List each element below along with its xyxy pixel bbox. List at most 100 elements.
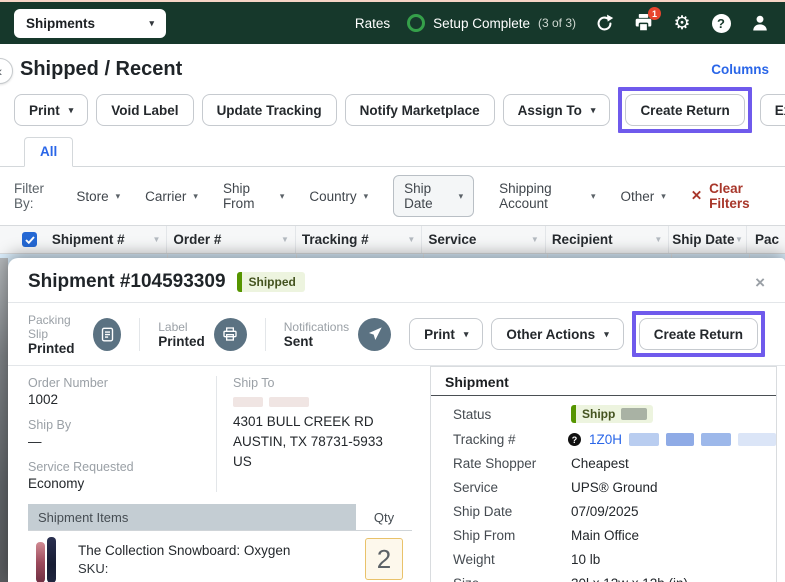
refresh-button[interactable] — [593, 12, 615, 34]
chevron-down-icon: ▾ — [591, 106, 596, 115]
nav-dropdown-label: Shipments — [26, 16, 95, 31]
print-queue-button[interactable]: 1 — [632, 12, 654, 34]
detail-row-tracking: Tracking # ? 1Z0H — [453, 432, 776, 447]
table-header-row: Shipment # ▼ Order # ▼ Tracking # ▼ Serv… — [0, 225, 785, 254]
shipment-details-section: Shipment Status Shipp Tracking # ? — [430, 366, 777, 582]
clear-filters-button[interactable]: ✕ Clear Filters — [691, 181, 771, 211]
filter-ship-from[interactable]: Ship From ▾ — [223, 181, 284, 211]
notifications-icon-circle[interactable] — [358, 318, 391, 351]
filter-shipping-account[interactable]: Shipping Account ▾ — [499, 181, 595, 211]
assign-to-button[interactable]: Assign To ▾ — [503, 94, 611, 126]
filter-carrier-label: Carrier — [145, 189, 186, 204]
item-row: The Collection Snowboard: Oxygen SKU: 2 — [28, 531, 412, 582]
status-badge-label: Shipp — [576, 407, 619, 421]
chevron-down-icon: ▾ — [364, 192, 369, 201]
status-badge: Shipp — [571, 405, 653, 423]
document-status-row: Packing Slip Printed Label Printed — [8, 303, 785, 365]
person-icon — [751, 14, 769, 32]
column-header-package[interactable]: Pac — [747, 226, 785, 253]
select-all-cell — [0, 226, 46, 253]
tracking-help-icon[interactable]: ? — [568, 433, 581, 446]
app-window: Shipments ▾ Rates Setup Complete (3 of 3… — [0, 0, 785, 582]
filter-ship-from-label: Ship From — [223, 181, 273, 211]
columns-link[interactable]: Columns — [711, 58, 769, 77]
filter-carrier[interactable]: Carrier ▾ — [145, 189, 198, 204]
service-requested-value: Economy — [28, 476, 216, 491]
filter-ship-date[interactable]: Ship Date ▾ — [393, 175, 474, 217]
item-info: The Collection Snowboard: Oxygen SKU: — [78, 543, 356, 576]
label-value: Printed — [158, 334, 205, 349]
label-icon-circle[interactable] — [214, 318, 247, 351]
notify-marketplace-button-label: Notify Marketplace — [360, 103, 480, 118]
print-button[interactable]: Print ▾ — [14, 94, 88, 126]
setup-complete-status[interactable]: Setup Complete (3 of 3) — [407, 14, 576, 32]
filter-other[interactable]: Other ▾ — [621, 189, 666, 204]
topbar-right-group: Rates Setup Complete (3 of 3) 1 — [355, 12, 771, 34]
panel-body: Order Number 1002 Ship By — Service Requ… — [8, 366, 785, 582]
column-header-tracking[interactable]: Tracking # ▼ — [296, 226, 422, 253]
order-number-value: 1002 — [28, 392, 216, 407]
account-button[interactable] — [749, 12, 771, 34]
select-all-checkbox[interactable] — [22, 232, 37, 247]
top-navigation-bar: Shipments ▾ Rates Setup Complete (3 of 3… — [0, 2, 785, 44]
shipments-page: ‹ Shipped / Recent Columns Print ▾ Void … — [0, 44, 785, 286]
create-return-button[interactable]: Create Return — [625, 94, 744, 126]
help-button[interactable]: ? — [710, 12, 732, 34]
filter-ship-date-label: Ship Date — [404, 181, 451, 211]
chevron-down-icon: ▾ — [604, 330, 609, 339]
label-status: Label Printed — [139, 318, 265, 351]
ship-to-address-line1: 4301 BULL CREEK RD — [233, 412, 420, 432]
refresh-icon — [595, 14, 614, 33]
printer-badge: 1 — [648, 7, 661, 20]
column-header-ship-date[interactable]: Ship Date ▼ — [669, 226, 747, 253]
notify-marketplace-button[interactable]: Notify Marketplace — [345, 94, 495, 126]
tracking-number-link[interactable]: 1Z0H — [589, 432, 622, 447]
export-shipments-button-label: Export Shipments — [775, 103, 785, 118]
column-header-shipment[interactable]: Shipment # ▼ — [46, 226, 167, 253]
close-icon[interactable]: × — [755, 274, 765, 291]
chevron-down-icon: ▾ — [116, 192, 121, 201]
progress-ring-icon — [407, 14, 425, 32]
update-tracking-button[interactable]: Update Tracking — [202, 94, 337, 126]
ship-by-label: Ship By — [28, 418, 216, 432]
column-header-recipient[interactable]: Recipient ▼ — [546, 226, 669, 253]
column-header-service[interactable]: Service ▼ — [422, 226, 545, 253]
chevron-down-icon: ▾ — [280, 192, 285, 201]
shipments-nav-dropdown[interactable]: Shipments ▾ — [14, 9, 166, 38]
filter-store[interactable]: Store ▾ — [76, 189, 120, 204]
detail-row-rate-shopper: Rate Shopper Cheapest — [453, 456, 776, 471]
packing-slip-status: Packing Slip Printed — [28, 313, 139, 356]
column-header-order[interactable]: Order # ▼ — [167, 226, 295, 253]
export-shipments-button[interactable]: Export Shipments — [760, 94, 785, 126]
settings-button[interactable]: ⚙ — [671, 12, 693, 34]
badge-label: Shipped — [242, 275, 305, 289]
other-actions-button[interactable]: Other Actions ▾ — [491, 318, 623, 350]
packing-slip-icon-circle[interactable] — [93, 318, 121, 351]
sort-arrow-icon: ▼ — [152, 235, 160, 244]
tracking-label: Tracking # — [453, 432, 568, 447]
shipped-status-badge: Shipped — [237, 272, 305, 292]
chevron-down-icon: ▾ — [193, 192, 198, 201]
items-header-row: Shipment Items Qty — [28, 504, 412, 531]
filter-other-label: Other — [621, 189, 655, 204]
panel-header: Shipment #104593309 Shipped × — [8, 258, 785, 302]
void-label-button[interactable]: Void Label — [96, 94, 193, 126]
notifications-status: Notifications Sent — [265, 318, 409, 351]
back-chevron-icon: ‹ — [0, 63, 2, 79]
product-thumbnail — [36, 536, 62, 582]
rates-link[interactable]: Rates — [355, 16, 390, 31]
filter-country[interactable]: Country ▾ — [309, 189, 368, 204]
item-name: The Collection Snowboard: Oxygen — [78, 543, 356, 558]
panel-create-return-button[interactable]: Create Return — [639, 318, 758, 350]
view-tabs: All — [24, 137, 785, 166]
setup-count: (3 of 3) — [538, 16, 576, 30]
check-icon — [25, 236, 35, 244]
assign-to-button-label: Assign To — [518, 103, 582, 118]
sort-arrow-icon: ▼ — [654, 235, 662, 244]
panel-print-button[interactable]: Print ▾ — [409, 318, 483, 350]
detail-row-size: Size 30l x 12w x 12h (in) — [453, 576, 776, 582]
setup-complete-label: Setup Complete — [433, 16, 530, 31]
tab-all[interactable]: All — [24, 137, 73, 167]
chevron-down-icon: ▾ — [459, 192, 464, 201]
ship-to-block: Ship To 4301 BULL CREEK RD AUSTIN, TX 78… — [216, 376, 420, 492]
